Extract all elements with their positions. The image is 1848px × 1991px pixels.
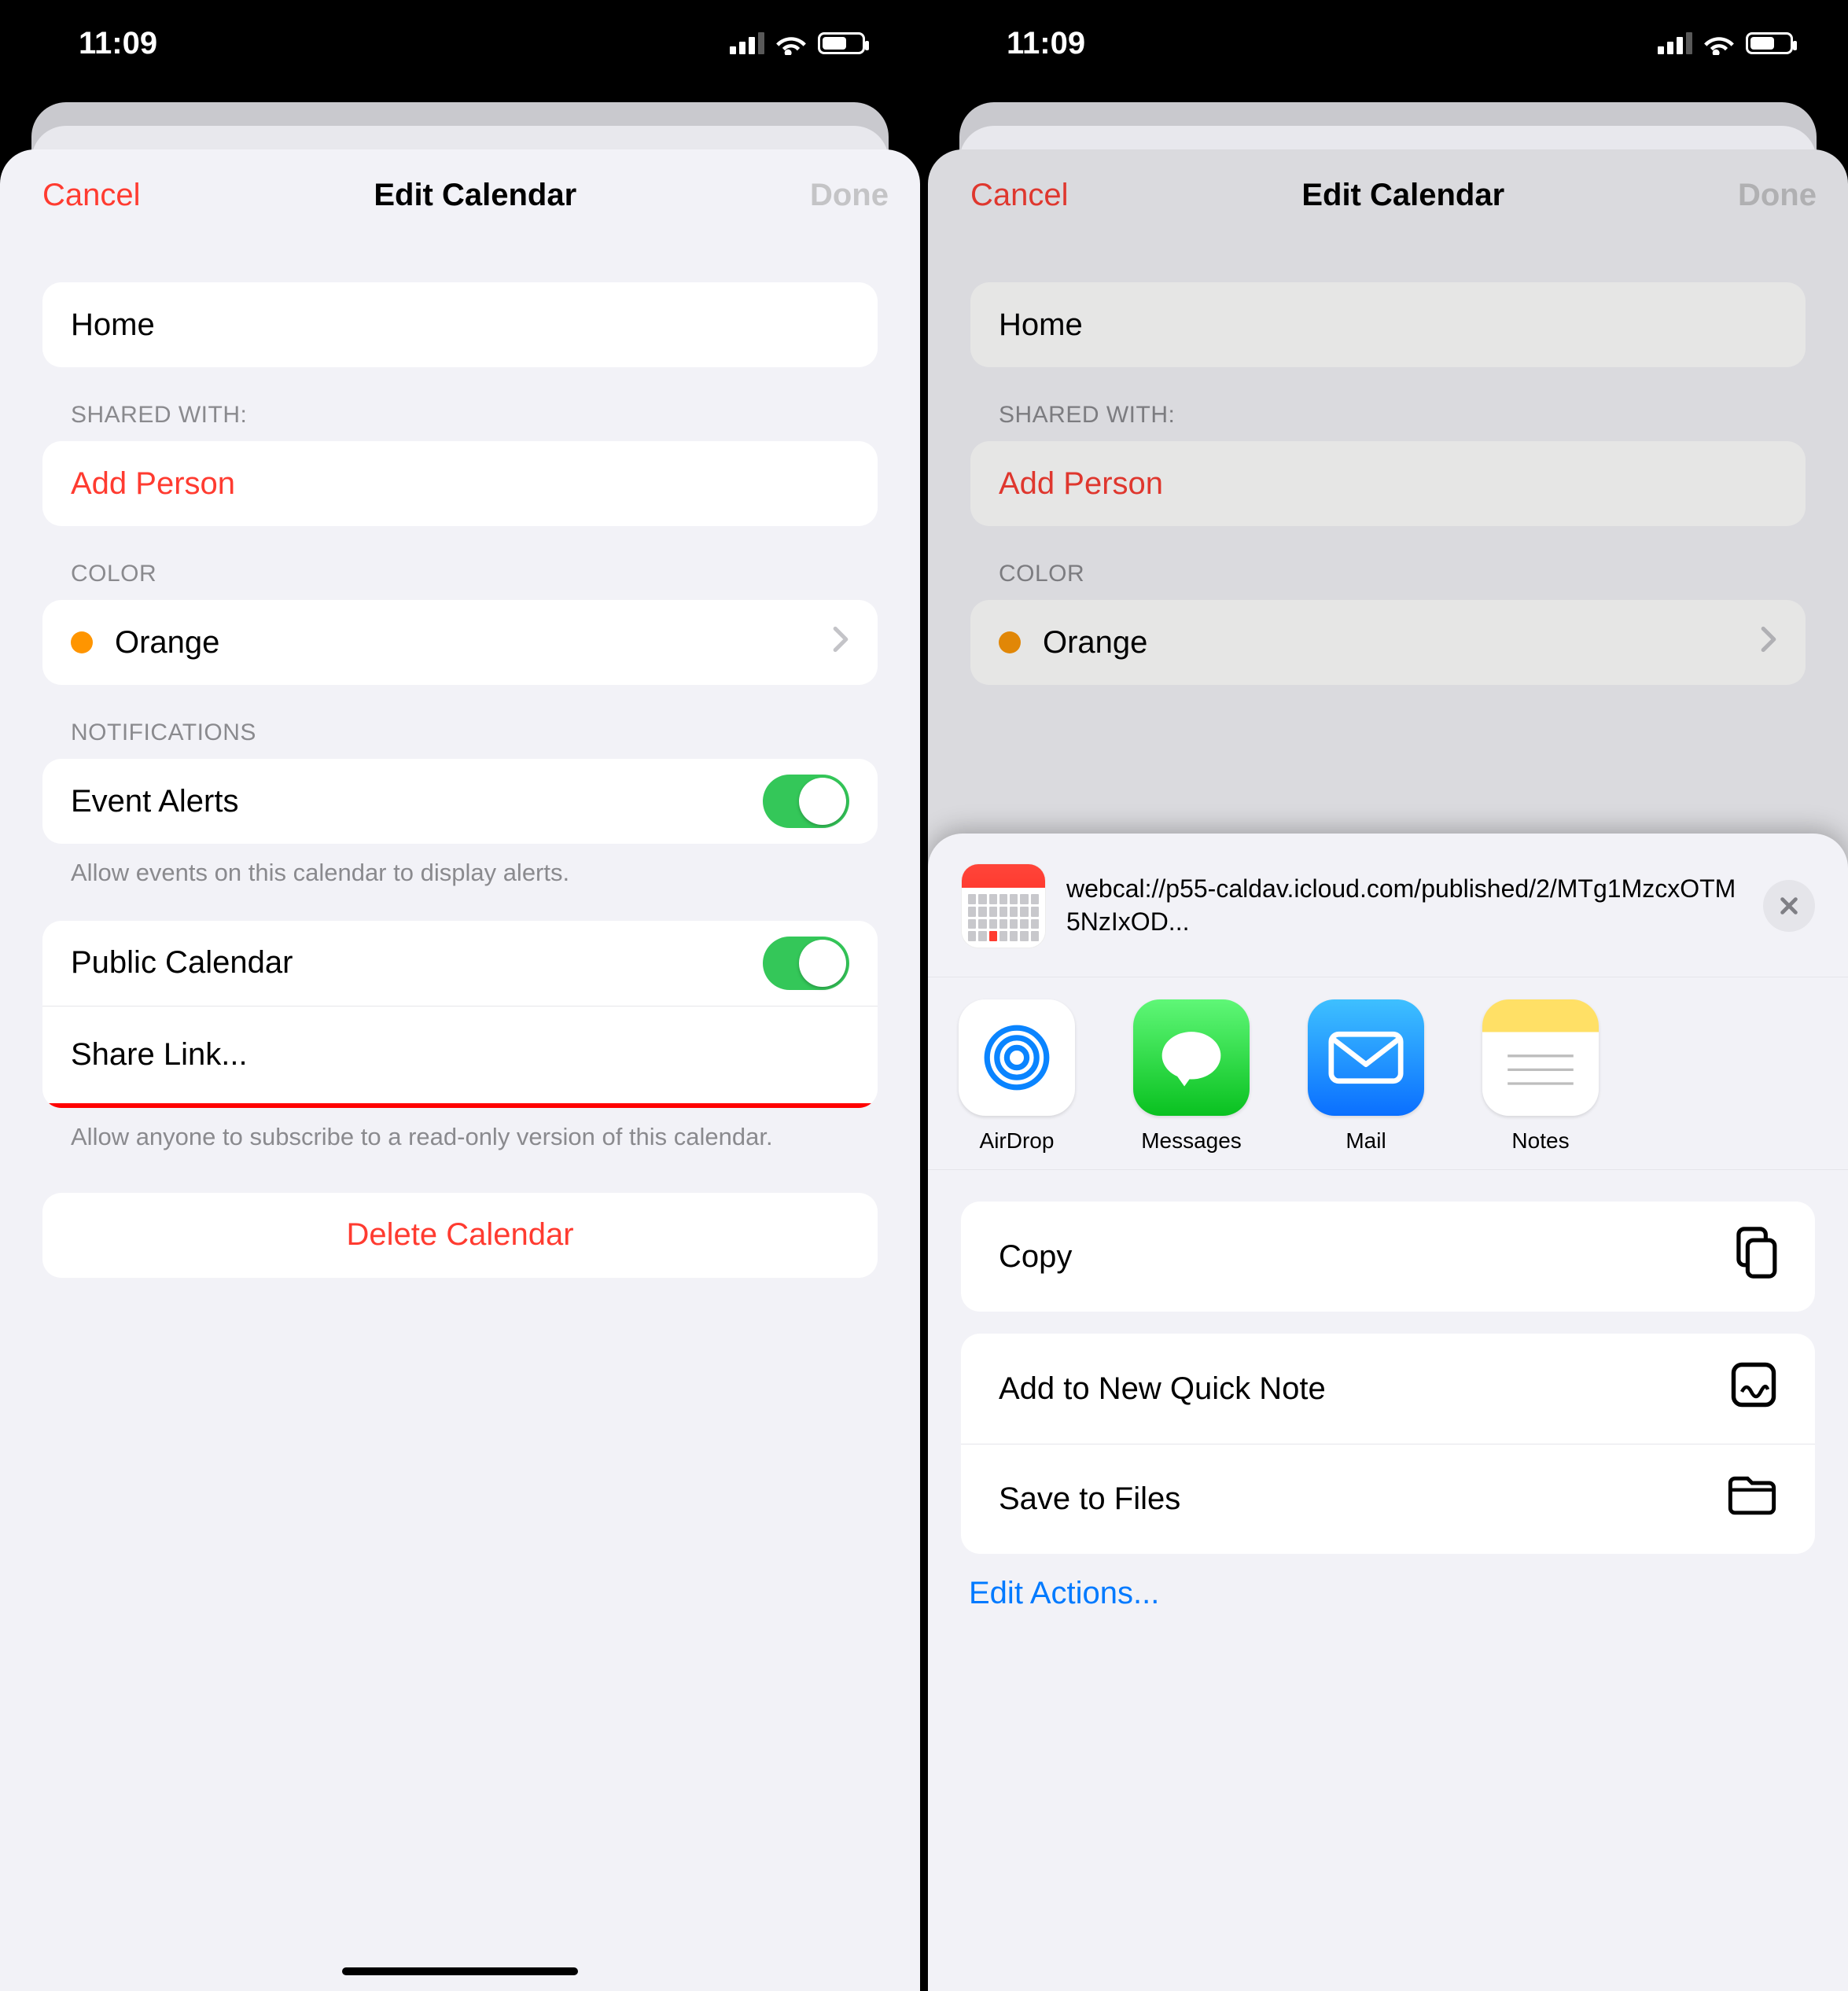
action-label: Copy xyxy=(999,1239,1072,1275)
color-dot xyxy=(71,631,93,653)
app-label: Mail xyxy=(1346,1128,1386,1154)
public-calendar-row[interactable]: Public Calendar xyxy=(42,921,878,1006)
public-calendar-footer: Allow anyone to subscribe to a read-only… xyxy=(71,1121,849,1154)
app-label: Notes xyxy=(1511,1128,1569,1154)
app-messages[interactable]: Messages xyxy=(1125,999,1258,1154)
share-link-row[interactable]: Share Link... xyxy=(42,1006,878,1108)
share-sheet: webcal://p55-caldav.icloud.com/published… xyxy=(928,834,1848,1991)
add-person-button[interactable]: Add Person xyxy=(970,441,1806,526)
color-row[interactable]: Orange xyxy=(970,600,1806,685)
action-label: Save to Files xyxy=(999,1481,1180,1517)
cancel-button[interactable]: Cancel xyxy=(970,178,1069,213)
color-name-label: Orange xyxy=(1043,625,1147,661)
app-notes[interactable]: Notes xyxy=(1474,999,1607,1154)
cancel-button[interactable]: Cancel xyxy=(42,178,141,213)
done-button[interactable]: Done xyxy=(1738,178,1817,213)
app-label: AirDrop xyxy=(980,1128,1055,1154)
airdrop-icon xyxy=(981,1022,1052,1093)
event-alerts-label: Event Alerts xyxy=(71,784,238,819)
add-person-button[interactable]: Add Person xyxy=(42,441,878,526)
status-bar: 11:09 xyxy=(928,0,1848,86)
screenshot-right: 11:09 Cancel Edit Calendar Done Home SHA… xyxy=(928,0,1848,1991)
wifi-icon xyxy=(1703,31,1735,55)
calendar-name-field[interactable]: Home xyxy=(42,282,878,367)
messages-icon xyxy=(1156,1026,1227,1089)
close-button[interactable] xyxy=(1763,880,1815,932)
action-label: Add to New Quick Note xyxy=(999,1371,1326,1407)
chevron-right-icon xyxy=(832,625,849,661)
public-calendar-label: Public Calendar xyxy=(71,945,293,981)
share-url: webcal://p55-caldav.icloud.com/published… xyxy=(1066,873,1743,938)
color-row[interactable]: Orange xyxy=(42,600,878,685)
app-label: Messages xyxy=(1141,1128,1242,1154)
chevron-right-icon xyxy=(1760,625,1777,661)
share-link-header: webcal://p55-caldav.icloud.com/published… xyxy=(928,849,1848,977)
app-mail[interactable]: Mail xyxy=(1299,999,1433,1154)
status-time: 11:09 xyxy=(79,26,157,61)
event-alerts-toggle[interactable] xyxy=(763,775,849,828)
action-quick-note[interactable]: Add to New Quick Note xyxy=(961,1334,1815,1444)
shared-with-header: SHARED WITH: xyxy=(999,402,1806,429)
apps-rail[interactable]: AirDrop Messages xyxy=(928,977,1848,1170)
notifications-header: NOTIFICATIONS xyxy=(71,719,878,746)
mail-icon xyxy=(1328,1031,1404,1084)
battery-icon xyxy=(1746,32,1793,54)
quicknote-icon xyxy=(1730,1361,1777,1416)
folder-icon xyxy=(1727,1475,1777,1524)
action-list: Copy Add to New Quick Note Save xyxy=(928,1170,1848,1611)
action-save-files[interactable]: Save to Files xyxy=(961,1444,1815,1554)
app-airdrop[interactable]: AirDrop xyxy=(950,999,1084,1154)
calendar-name-field[interactable]: Home xyxy=(970,282,1806,367)
home-indicator[interactable] xyxy=(342,1967,578,1975)
battery-icon xyxy=(818,32,865,54)
edit-calendar-sheet: Cancel Edit Calendar Done Home SHARED WI… xyxy=(0,149,920,1991)
color-header: COLOR xyxy=(999,561,1806,587)
status-time: 11:09 xyxy=(1007,26,1085,61)
edit-actions-button[interactable]: Edit Actions... xyxy=(961,1576,1815,1611)
public-calendar-toggle[interactable] xyxy=(763,937,849,990)
navbar: Cancel Edit Calendar Done xyxy=(928,156,1848,235)
status-bar: 11:09 xyxy=(0,0,920,86)
event-alerts-row[interactable]: Event Alerts xyxy=(42,759,878,844)
color-header: COLOR xyxy=(71,561,878,587)
notes-icon xyxy=(1497,1014,1584,1101)
calendar-thumbnail-icon xyxy=(961,863,1046,948)
signal-icon xyxy=(1658,32,1692,54)
page-title: Edit Calendar xyxy=(1301,178,1504,213)
share-link-label: Share Link... xyxy=(71,1037,248,1073)
page-title: Edit Calendar xyxy=(374,178,576,213)
close-icon xyxy=(1778,895,1800,917)
delete-calendar-button[interactable]: Delete Calendar xyxy=(42,1193,878,1278)
shared-with-header: SHARED WITH: xyxy=(71,402,878,429)
signal-icon xyxy=(730,32,764,54)
done-button[interactable]: Done xyxy=(810,178,889,213)
screenshot-left: 11:09 Cancel Edit Calendar Done Home SHA… xyxy=(0,0,920,1991)
action-copy[interactable]: Copy xyxy=(961,1202,1815,1312)
event-alerts-footer: Allow events on this calendar to display… xyxy=(71,856,849,889)
navbar: Cancel Edit Calendar Done xyxy=(0,156,920,235)
color-dot xyxy=(999,631,1021,653)
copy-icon xyxy=(1732,1227,1777,1286)
wifi-icon xyxy=(775,31,807,55)
color-name-label: Orange xyxy=(115,625,219,661)
